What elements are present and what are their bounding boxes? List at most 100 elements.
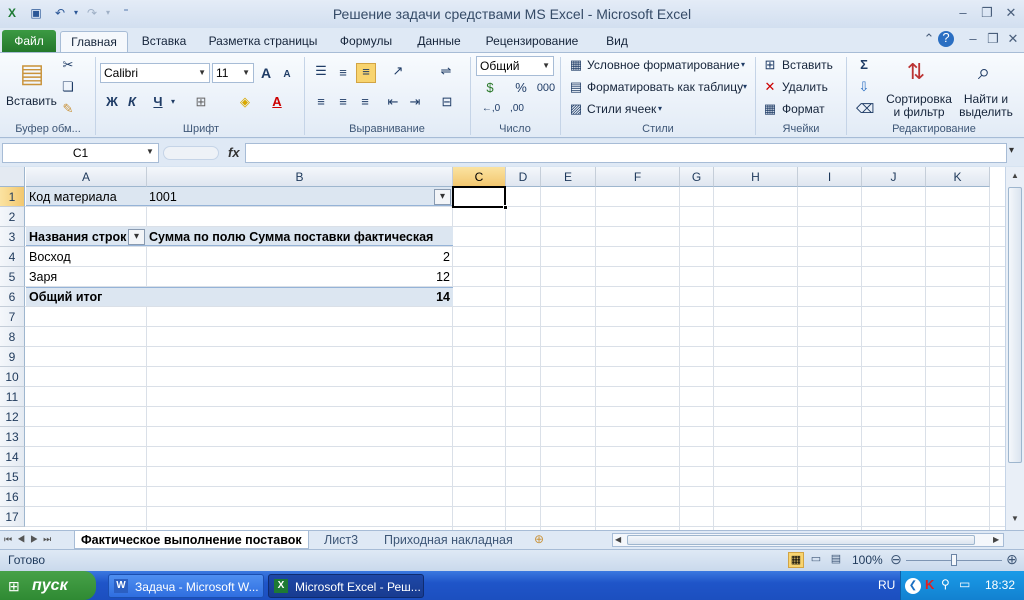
row-header-2[interactable]: 2 [0,207,25,227]
row-header-12[interactable]: 12 [0,407,25,427]
taskbar-word-button[interactable]: Задача - Microsoft W... [108,574,264,598]
ribbon-minimize-icon[interactable]: ⌃ [918,32,940,48]
cell-styles-button[interactable]: Стили ячеек [587,101,656,117]
row-header-13[interactable]: 13 [0,427,25,447]
number-format-select[interactable]: Общий ▼ [476,56,554,76]
report-filter-dropdown-icon[interactable]: ▾ [434,189,451,205]
cell-a3[interactable]: Названия строк [26,227,128,247]
zoom-level[interactable]: 100% [852,553,883,567]
doc-restore-icon[interactable]: ❐ [982,32,1004,48]
row-header-5[interactable]: 5 [0,267,25,287]
taskbar-excel-button[interactable]: Microsoft Excel - Реш... [268,574,424,598]
format-painter-icon[interactable]: ✎ [60,101,76,117]
font-name-select[interactable]: Calibri ▼ [100,63,210,83]
row-header-1[interactable]: 1 [0,187,25,207]
restore-icon[interactable]: ❐ [976,6,998,22]
font-size-select[interactable]: 11 ▼ [212,63,254,83]
column-header-k[interactable]: K [926,167,990,187]
row-header-11[interactable]: 11 [0,387,25,407]
formula-bar-resize-handle[interactable] [163,146,219,160]
row-header-7[interactable]: 7 [0,307,25,327]
cell-styles-icon[interactable]: ▨ [568,101,584,117]
cell-a1[interactable]: Код материала [26,187,146,207]
bold-button[interactable]: Ж [104,94,120,110]
sheet-tab[interactable]: Приходная накладная [384,531,513,549]
tab-insert[interactable]: Вставка [132,31,196,52]
row-header-15[interactable]: 15 [0,467,25,487]
copy-icon[interactable]: ❏ [60,79,76,95]
column-header-d[interactable]: D [506,167,541,187]
borders-icon[interactable]: ⊞ [192,94,210,110]
format-table-dropdown-icon[interactable]: ▾ [740,79,750,95]
format-cells-button[interactable]: Формат [782,101,825,117]
minimize-icon[interactable]: – [952,6,974,22]
scroll-right-icon[interactable]: ▶ [993,534,999,546]
row-header-3[interactable]: 3 [0,227,25,247]
doc-minimize-icon[interactable]: – [962,32,984,48]
cell-b1[interactable]: 1001 [146,187,426,207]
column-header-e[interactable]: E [541,167,596,187]
row-header-14[interactable]: 14 [0,447,25,467]
align-right-icon[interactable]: ≡ [356,94,374,110]
align-top-icon[interactable]: ☰ [312,63,330,79]
align-bottom-icon[interactable]: ≡ [356,63,376,83]
find-select-button[interactable]: Найти и выделить [958,93,1014,119]
sort-filter-icon[interactable]: ⇅ [900,57,932,87]
underline-dropdown-icon[interactable]: ▾ [168,94,178,110]
sort-filter-button[interactable]: Сортировка и фильтр [886,93,952,119]
cell-b6[interactable]: 14 [146,287,453,307]
vertical-scroll-thumb[interactable] [1008,187,1022,463]
scroll-down-icon[interactable]: ▼ [1008,512,1022,526]
paste-button[interactable]: Вставить [6,93,57,109]
name-box[interactable]: C1 [2,143,159,163]
zoom-in-icon[interactable]: ⊕ [1004,552,1020,568]
cell-styles-dropdown-icon[interactable]: ▾ [655,101,665,117]
delete-cells-icon[interactable]: ✕ [762,79,778,95]
orientation-icon[interactable]: ↗ [388,63,408,79]
tab-page-layout[interactable]: Разметка страницы [200,31,326,52]
delete-cells-button[interactable]: Удалить [782,79,828,95]
format-table-icon[interactable]: ▤ [568,79,584,95]
format-cells-icon[interactable]: ▦ [762,101,778,117]
conditional-format-dropdown-icon[interactable]: ▾ [738,57,748,73]
display-icon[interactable]: ▭ [959,577,970,591]
row-header-16[interactable]: 16 [0,487,25,507]
sheet-navigation-icons[interactable]: ⏮◀▶⏭ [4,534,56,545]
find-select-icon[interactable]: ⌕ [968,57,1000,87]
column-header-b[interactable]: B [147,167,453,187]
insert-cells-button[interactable]: Вставить [782,57,833,73]
decrease-decimal-button[interactable]: ,00 [504,101,530,117]
sheet-tab[interactable]: Лист3 [324,531,358,549]
scroll-up-icon[interactable]: ▲ [1008,169,1022,183]
cell-b3[interactable]: Сумма по полю Сумма поставки фактическая [146,227,452,247]
grow-font-button[interactable]: A [258,65,274,81]
formula-input[interactable] [245,143,1007,163]
conditional-format-icon[interactable]: ▦ [568,57,584,73]
close-icon[interactable]: ✕ [1000,6,1022,22]
merge-center-icon[interactable]: ⊟ [436,94,458,110]
align-center-icon[interactable]: ≡ [334,94,352,110]
cell-a5[interactable]: Заря [26,267,146,287]
cell-a4[interactable]: Восход [26,247,146,267]
italic-button[interactable]: К [124,94,140,110]
page-break-view-icon[interactable]: ▤ [828,552,844,568]
zoom-out-icon[interactable]: ⊖ [888,552,904,568]
percent-button[interactable]: % [512,80,530,96]
column-header-g[interactable]: G [680,167,714,187]
spreadsheet-grid[interactable]: ABCDEFGHIJK 1 2 3 4 5 6 7 8 9 10 11 12 13 14 15 16 17 Ко… [0,167,1005,530]
conditional-format-button[interactable]: Условное форматирование [587,57,740,73]
column-header-a[interactable]: A [26,167,147,187]
cell-b5[interactable]: 12 [146,267,453,287]
page-layout-view-icon[interactable]: ▭ [808,552,824,568]
decrease-indent-icon[interactable]: ⇤ [384,94,402,110]
tab-review[interactable]: Рецензирование [476,31,588,52]
horizontal-scroll-thumb[interactable] [627,535,975,545]
underline-button[interactable]: Ч [150,94,166,110]
thousands-button[interactable]: 000 [534,80,558,96]
increase-indent-icon[interactable]: ⇥ [406,94,424,110]
select-all-corner[interactable] [0,167,25,187]
sheet-tab-active[interactable]: Фактическое выполнение поставок [74,531,309,549]
fill-handle[interactable] [503,205,508,210]
scroll-left-icon[interactable]: ◀ [615,534,621,546]
network-icon[interactable]: ⚲ [941,577,950,591]
